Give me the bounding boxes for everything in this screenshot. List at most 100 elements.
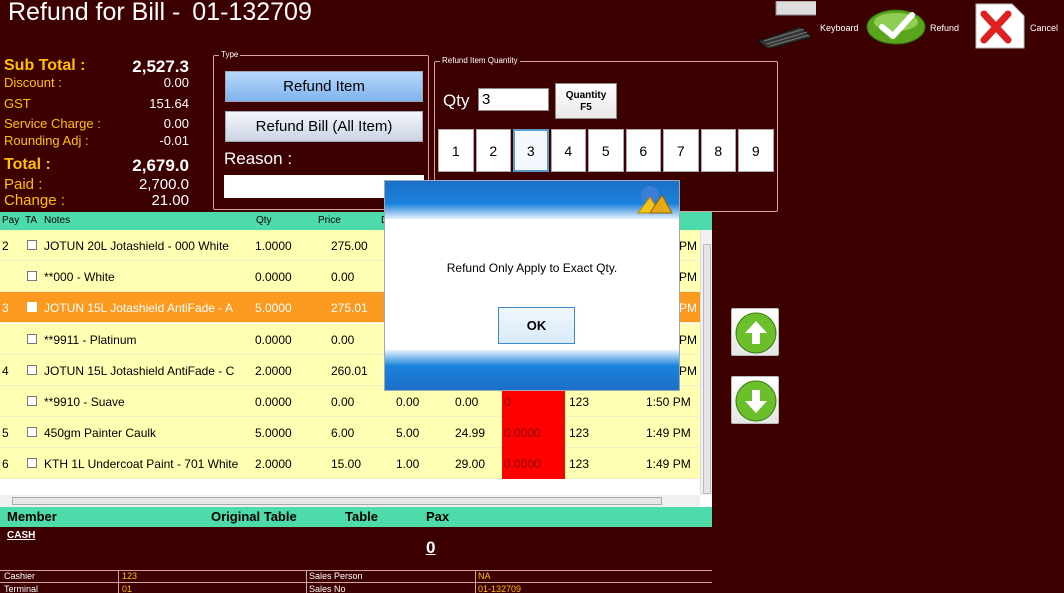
- cell-qty: 2.0000: [255, 457, 292, 472]
- subtotal-label: Sub Total :: [4, 57, 86, 74]
- cell-qty: 5.0000: [255, 301, 292, 316]
- cell-pay: 3: [2, 301, 9, 316]
- cell-time: PM: [679, 332, 697, 347]
- ta-checkbox[interactable]: [27, 302, 37, 313]
- numpad-key[interactable]: 1: [438, 129, 474, 172]
- cell-time: PM: [679, 301, 697, 316]
- ta-checkbox[interactable]: [27, 364, 37, 375]
- cell-c3: 123: [569, 426, 590, 441]
- cell-notes: JOTUN 15L Jotashield AntiFade - A: [44, 301, 233, 316]
- type-legend: Type: [219, 50, 241, 59]
- col-ta: TA: [25, 215, 38, 226]
- numpad-key[interactable]: 5: [588, 129, 624, 172]
- refund-item-button[interactable]: Refund Item: [225, 71, 423, 102]
- scroll-down-button[interactable]: [731, 376, 779, 424]
- ta-checkbox[interactable]: [27, 271, 37, 282]
- table-row[interactable]: 0.0000 6 KTH 1L Undercoat Paint - 701 Whit…: [0, 448, 712, 480]
- payment-method[interactable]: CASH: [7, 530, 35, 541]
- cell-qty: 1.0000: [255, 239, 292, 253]
- cancel-button[interactable]: Cancel: [974, 0, 1058, 50]
- cell-notes: JOTUN 20L Jotashield - 000 White: [44, 239, 229, 253]
- paid-value: 2,700.0: [138, 176, 189, 193]
- numpad-key[interactable]: 7: [663, 129, 699, 172]
- numpad-key[interactable]: 9: [738, 129, 774, 172]
- qty-label: Qty: [443, 91, 470, 110]
- quantity-btn-line1: Quantity: [565, 90, 607, 101]
- scroll-up-button[interactable]: [731, 308, 779, 356]
- quantity-btn-line2: F5: [580, 102, 592, 113]
- table-label: Table: [345, 509, 378, 524]
- vertical-scrollbar[interactable]: [700, 230, 712, 495]
- page-title: Refund for Bill - 01-132709: [8, 0, 312, 27]
- numpad-key[interactable]: 8: [700, 129, 736, 172]
- numpad-key-selected[interactable]: 3: [513, 129, 549, 172]
- keyboard-button[interactable]: Keyboard: [754, 0, 859, 50]
- cell-pay: 4: [2, 363, 9, 378]
- cell-price: 0.00: [331, 332, 355, 347]
- rounding-value: -0.01: [159, 133, 189, 148]
- discount-value: 0.00: [163, 75, 189, 90]
- cell-qty: 2.0000: [255, 363, 292, 378]
- cell-time: PM: [679, 270, 697, 285]
- check-icon: [866, 9, 926, 45]
- ok-button[interactable]: OK: [498, 307, 575, 344]
- ta-checkbox[interactable]: [27, 458, 37, 469]
- arrow-up-icon: [735, 312, 777, 354]
- cell-price: 275.00: [331, 239, 368, 253]
- cell-time: PM: [679, 363, 697, 378]
- qty-input[interactable]: [478, 88, 549, 111]
- keyboard-label: Keyboard: [820, 23, 859, 33]
- cell-notes: **000 - White: [44, 270, 115, 285]
- ta-checkbox[interactable]: [27, 427, 37, 438]
- cell-time: 1:49 PM: [646, 457, 691, 472]
- title-text: Refund for Bill -: [8, 0, 181, 26]
- gst-value: 151.64: [149, 96, 189, 111]
- numpad-key[interactable]: 2: [475, 129, 511, 172]
- cell-price: 6.00: [331, 426, 355, 441]
- bill-number: 01-132709: [192, 0, 312, 26]
- status-cell-text: 0.0000: [504, 457, 541, 472]
- cancel-label: Cancel: [1030, 23, 1059, 33]
- cell-c1: 1.00: [396, 457, 420, 472]
- ta-checkbox[interactable]: [27, 333, 37, 344]
- ta-checkbox[interactable]: [27, 396, 37, 406]
- reason-label: Reason :: [224, 149, 293, 168]
- service-charge-label: Service Charge :: [4, 116, 101, 131]
- horizontal-scroll-thumb[interactable]: [12, 497, 662, 505]
- cell-price: 275.01: [331, 301, 368, 316]
- refund-button[interactable]: Refund: [866, 0, 959, 50]
- col-notes: Notes: [44, 215, 71, 226]
- app-logo-icon: [637, 186, 673, 214]
- horizontal-scrollbar[interactable]: [0, 495, 700, 507]
- subtotal-value: 2,527.3: [132, 57, 189, 76]
- numpad-key[interactable]: 4: [550, 129, 586, 172]
- quantity-f5-button[interactable]: Quantity F5: [555, 83, 617, 119]
- col-price: Price: [318, 215, 341, 226]
- table-row[interactable]: 0.0000 5 450gm Painter Caulk 5.0000 6.00 5.00…: [0, 417, 712, 449]
- qty-legend: Refund Item Quantity: [440, 56, 520, 65]
- paid-label: Paid :: [4, 176, 43, 193]
- cell-qty: 0.0000: [255, 332, 292, 347]
- cell-c1: 5.00: [396, 426, 420, 441]
- vertical-scroll-thumb[interactable]: [703, 244, 711, 494]
- sales-no-value: 01-132709: [478, 584, 522, 593]
- refund-label: Refund: [930, 23, 960, 33]
- ta-checkbox[interactable]: [27, 240, 37, 250]
- message-dialog: Refund Only Apply to Exact Qty. OK: [384, 180, 680, 391]
- cell-time: PM: [679, 239, 697, 253]
- dialog-footer-band: [385, 350, 679, 390]
- gst-label: GST: [4, 96, 31, 111]
- footer-divider: [0, 582, 712, 583]
- cell-pay: 5: [2, 426, 9, 441]
- sales-person-value: NA: [478, 571, 491, 581]
- member-label: Member: [7, 509, 57, 524]
- pax-value: 0: [426, 538, 436, 557]
- numpad-key[interactable]: 6: [625, 129, 661, 172]
- refund-bill-button[interactable]: Refund Bill (All Item): [225, 111, 423, 142]
- cell-notes: KTH 1L Undercoat Paint - 701 White: [44, 457, 239, 472]
- terminal-label: Terminal: [4, 584, 39, 593]
- cell-price: 0.00: [331, 270, 355, 285]
- discount-label: Discount :: [4, 75, 62, 90]
- cell-c2: 24.99: [455, 426, 486, 441]
- arrow-down-icon: [735, 380, 777, 422]
